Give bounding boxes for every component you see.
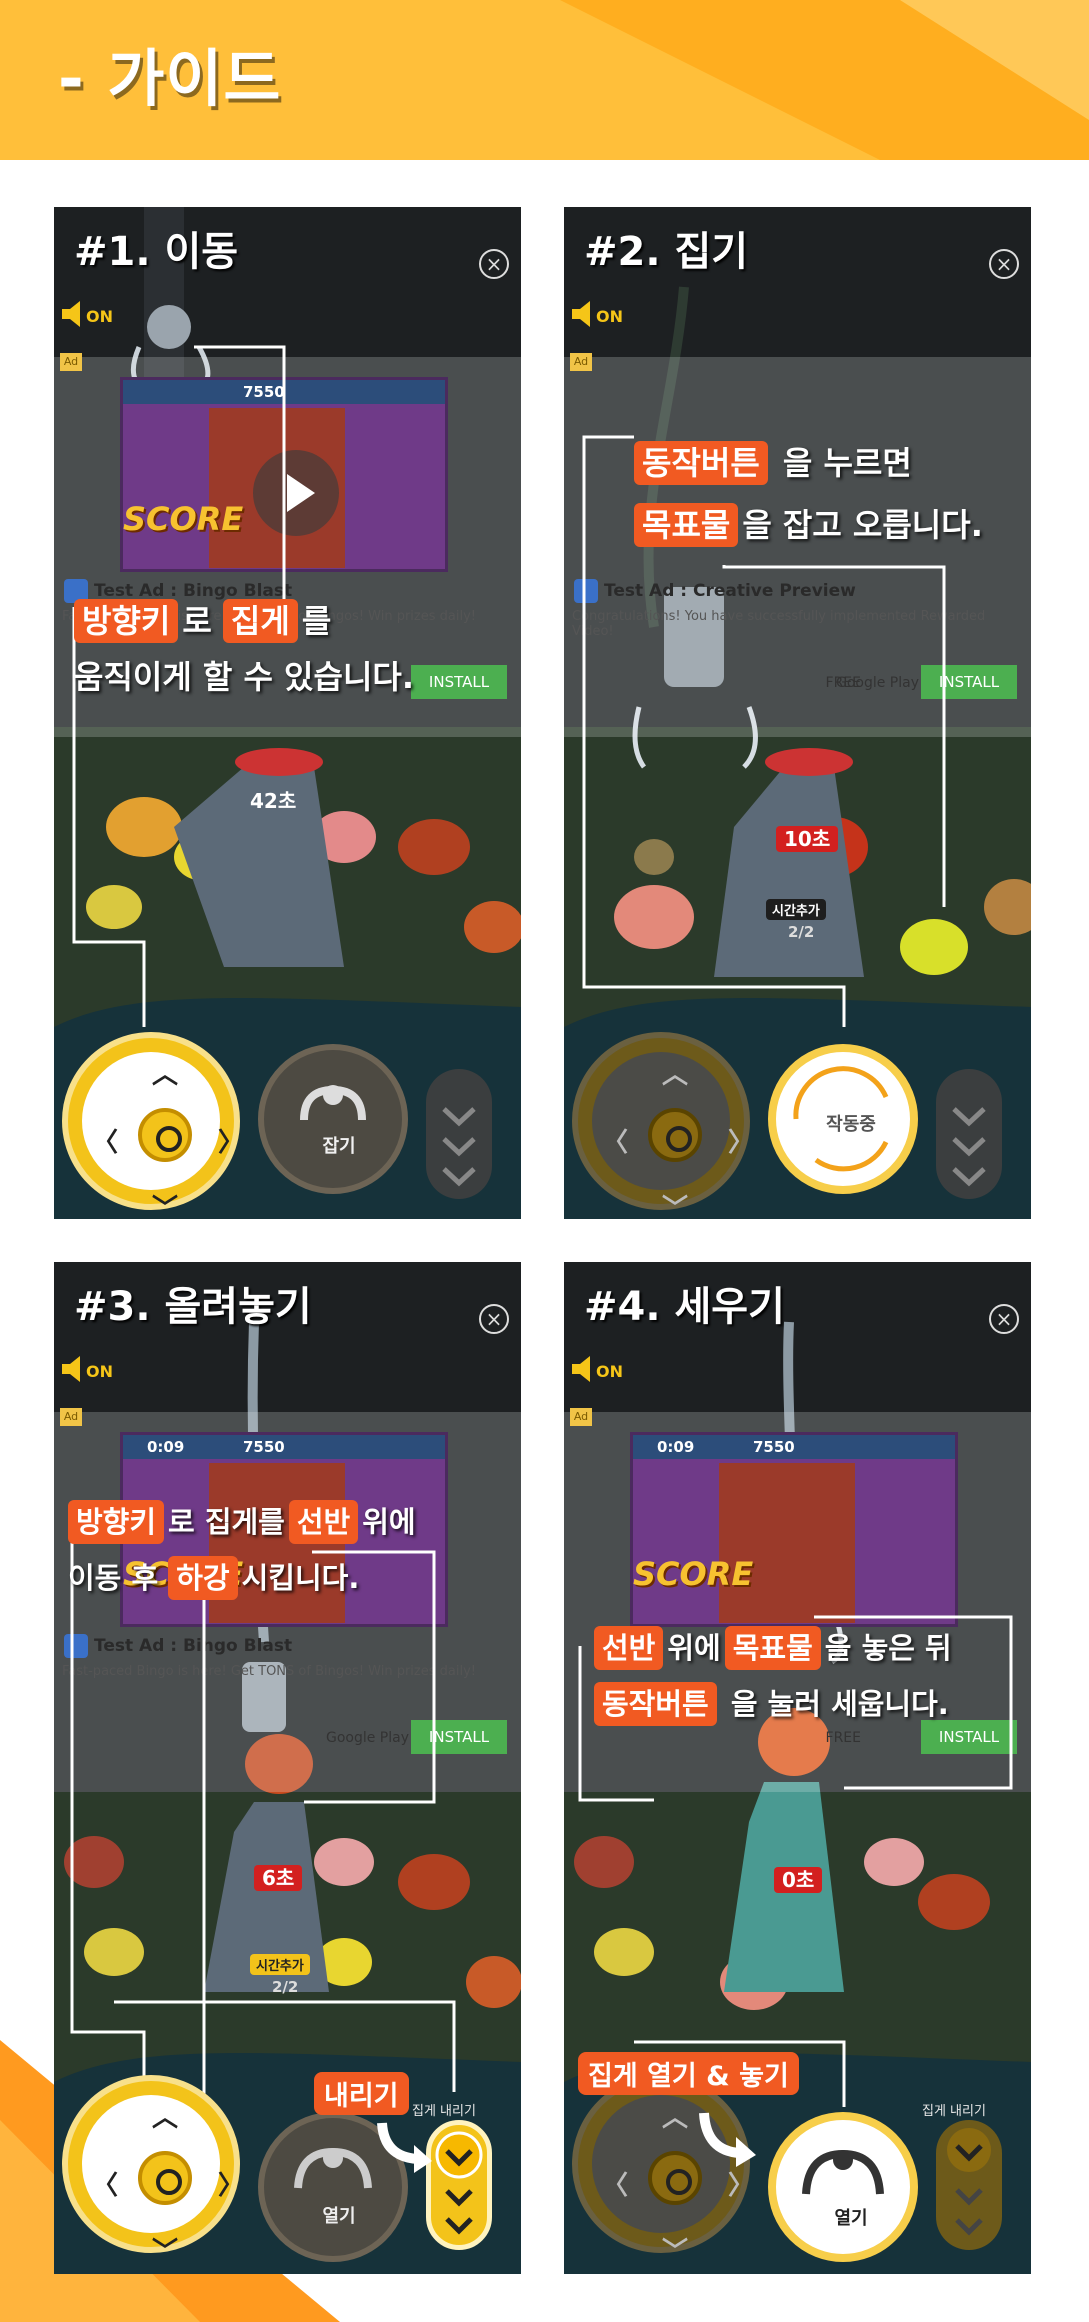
highlight-target: 목표물 — [724, 1626, 821, 1670]
curved-arrow-icon — [699, 2112, 756, 2167]
highlight-action-button: 동작버튼 — [594, 1682, 717, 1726]
open-label: 열기 — [322, 2206, 356, 2227]
step-label: 내리기 — [314, 2072, 409, 2115]
arrow-left-icon[interactable]: 〈 — [602, 2165, 628, 2202]
arrow-right-icon[interactable]: 〉 — [218, 1122, 244, 1159]
callout-word: 이동 후 — [68, 1561, 159, 1595]
callout-word: 을 잡고 오릅니다. — [742, 506, 983, 544]
guide-panel-place: #3. 올려놓기 × ON Ad 0:09 7550 SCORE Test Ad… — [54, 1262, 521, 2274]
arrow-right-icon[interactable]: 〉 — [218, 2165, 244, 2202]
header-banner: - 가이드 — [0, 0, 1089, 160]
highlight-action-button: 동작버튼 — [634, 441, 768, 485]
highlight-arrow-keys: 방향키 — [68, 1500, 165, 1544]
lower-claw-button[interactable] — [936, 2120, 1002, 2250]
arrow-right-icon[interactable]: 〉 — [728, 1122, 754, 1159]
guide-panel-move: #1. 이동 × ON Ad 7550 SCORE Test Ad : Bing… — [54, 207, 521, 1219]
arrow-up-icon[interactable]: ︿ — [662, 2097, 688, 2134]
time-add-label: 시간추가 — [250, 1954, 310, 1975]
open-label: 열기 — [834, 2208, 868, 2229]
pedestal-timer: 0초 — [774, 1864, 823, 1893]
guide-panel-stand: #4. 세우기 × ON Ad 0:09 7550 SCORE FREE INS… — [564, 1262, 1031, 2274]
callout-word: 을 누르면 — [782, 444, 912, 482]
arrow-down-icon[interactable]: ﹀ — [662, 1188, 688, 1219]
highlight-target: 목표물 — [634, 503, 739, 547]
arrow-left-icon[interactable]: 〈 — [92, 2165, 118, 2202]
gear-icon — [648, 1108, 702, 1162]
arrow-down-icon[interactable]: ﹀ — [152, 1188, 178, 1219]
direction-pad[interactable]: ︿ ﹀ 〈 〉 — [62, 2075, 244, 2267]
grab-button[interactable]: 잡기 — [258, 1044, 408, 1194]
arrow-left-icon[interactable]: 〈 — [92, 1122, 118, 1159]
timer-value: 10초 — [776, 826, 839, 852]
curved-arrow-icon — [377, 2122, 432, 2173]
timer-value: 6초 — [254, 1865, 303, 1891]
callout-word: 위에 — [362, 1505, 416, 1539]
action-button[interactable]: 작동중 — [768, 1044, 918, 1194]
callout-text: 방향키 로 집게를 선반 위에 이동 후 하강 시킵니다. — [68, 1494, 416, 1606]
time-add-count: 2/2 — [788, 923, 815, 941]
highlight-shelf: 선반 — [594, 1626, 664, 1670]
callout-line2: 움직이게 할 수 있습니다. — [74, 658, 414, 696]
page-title: - 가이드 — [58, 42, 282, 115]
callout-text: 방향키 로 집게 를 움직이게 할 수 있습니다. — [74, 593, 414, 705]
gear-icon — [138, 2151, 192, 2205]
step-label: 집게 열기 & 놓기 — [578, 2052, 799, 2095]
callout-word: 을 놓은 뒤 — [824, 1631, 952, 1665]
claw-icon — [802, 2149, 884, 2195]
pedestal-timer: 6초 — [254, 1862, 303, 1891]
arrow-up-icon[interactable]: ︿ — [152, 1054, 178, 1091]
action-label: 작동중 — [826, 1114, 876, 1135]
arrow-down-icon[interactable]: ﹀ — [662, 2231, 688, 2268]
arrow-up-icon[interactable]: ︿ — [152, 2097, 178, 2134]
direction-pad[interactable]: ︿ ﹀ 〈 〉 — [62, 1032, 244, 1219]
claw-icon — [300, 1085, 366, 1121]
arrow-up-icon[interactable]: ︿ — [662, 1054, 688, 1091]
arrow-left-icon[interactable]: 〈 — [602, 1122, 628, 1159]
direction-pad[interactable]: ︿ ﹀ 〈 〉 — [572, 1032, 754, 1219]
callout-text: 선반 위에 목표물 을 놓은 뒤 동작버튼 을 눌러 세웁니다. — [594, 1620, 952, 1732]
dpad-inner: ︿ ﹀ 〈 〉 — [592, 1052, 754, 1219]
time-add-count: 2/2 — [272, 1978, 299, 1996]
lower-claw-button[interactable] — [426, 2120, 492, 2250]
open-button[interactable]: 열기 — [768, 2112, 918, 2262]
dpad-inner: ︿ ﹀ 〈 〉 — [82, 1052, 244, 1219]
callout-word: 위에 — [667, 1631, 721, 1665]
highlight-arrow-keys: 방향키 — [74, 599, 179, 643]
callout-text-2: 목표물 을 잡고 오릅니다. — [634, 497, 983, 553]
callout-text: 동작버튼 을 누르면 — [634, 435, 912, 491]
lower-claw-caption: 집게 내리기 — [922, 2104, 986, 2119]
lower-claw-button[interactable] — [936, 1069, 1002, 1199]
lower-claw-button[interactable] — [426, 1069, 492, 1199]
gear-icon — [138, 1108, 192, 1162]
highlight-claw: 집게 — [222, 599, 298, 643]
timer-value: 0초 — [774, 1867, 823, 1893]
arrow-down-icon[interactable]: ﹀ — [152, 2231, 178, 2268]
callout-word: 를 — [301, 602, 332, 640]
pedestal-timer: 10초 — [776, 823, 839, 852]
guide-panel-grab: #2. 집기 × ON Ad Test Ad : Creative Previe… — [564, 207, 1031, 1219]
highlight-descend: 하강 — [168, 1556, 238, 1600]
pedestal-timer: 42초 — [250, 789, 297, 813]
dpad-inner: ︿ ﹀ 〈 〉 — [82, 2095, 244, 2267]
callout-word: 을 눌러 세웁니다. — [730, 1687, 949, 1721]
callout-word: 로 집게를 — [168, 1505, 285, 1539]
highlight-shelf: 선반 — [288, 1500, 359, 1544]
callout-word: 로 — [182, 602, 212, 640]
time-add-label: 시간추가 — [766, 899, 826, 920]
callout-word: 시킵니다. — [241, 1561, 360, 1595]
grab-label: 잡기 — [322, 1136, 356, 1157]
